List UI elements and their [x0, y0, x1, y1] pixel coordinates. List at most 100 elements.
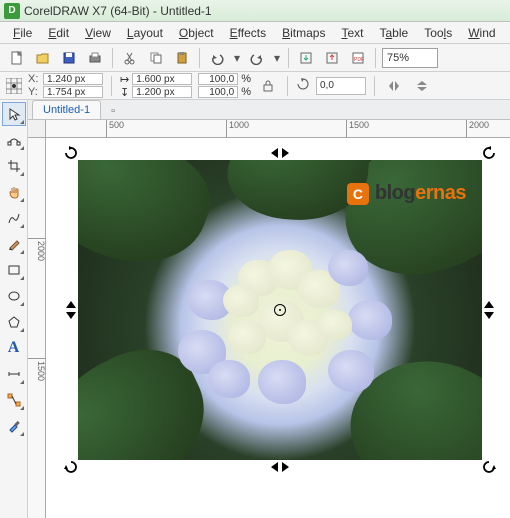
text-tool[interactable]: A [2, 336, 26, 360]
undo-dropdown-icon[interactable]: ▾ [232, 47, 242, 69]
ruler-origin[interactable] [28, 120, 46, 138]
open-button[interactable] [32, 47, 54, 69]
skew-handle-icon[interactable] [271, 148, 289, 158]
redo-dropdown-icon[interactable]: ▾ [272, 47, 282, 69]
new-doc-button[interactable] [6, 47, 28, 69]
ruler-horizontal-row: 500 1000 1500 2000 [28, 120, 510, 138]
save-button[interactable] [58, 47, 80, 69]
toolbox: A [0, 100, 28, 518]
zoom-level-input[interactable]: 75% [382, 48, 438, 68]
rectangle-tool[interactable] [2, 258, 26, 282]
width-input[interactable]: 1.600 px [132, 73, 192, 85]
toolbar-separator [375, 48, 376, 68]
toolbar-separator [288, 48, 289, 68]
height-input[interactable]: 1.200 px [132, 86, 192, 98]
crop-tool[interactable] [2, 154, 26, 178]
publish-pdf-button[interactable]: PDF [347, 47, 369, 69]
x-position-input[interactable]: 1.240 px [43, 73, 103, 85]
menu-bar: FileEditViewLayoutObjectEffectsBitmapsTe… [0, 22, 510, 44]
watermark: C blogernas [347, 182, 466, 205]
document-tab[interactable]: Untitled-1 [32, 100, 101, 119]
artistic-media-tool[interactable] [2, 232, 26, 256]
rotate-handle-icon[interactable] [64, 460, 78, 474]
connector-tool[interactable] [2, 388, 26, 412]
size-fields: ↦1.600 px ↧1.200 px [120, 73, 192, 98]
document-tabs: Untitled-1 ▫ [28, 100, 510, 120]
work-area: A Untitled-1 ▫ 500 1000 1500 2000 2000 1… [0, 100, 510, 518]
toolbar-separator [111, 76, 112, 96]
toolbar-separator [199, 48, 200, 68]
position-grid-icon[interactable] [6, 78, 22, 94]
menu-effects[interactable]: Effects [223, 24, 273, 42]
menu-text[interactable]: Text [334, 24, 370, 42]
height-icon: ↧ [120, 86, 129, 99]
redo-button[interactable] [246, 47, 268, 69]
watermark-text: blogernas [375, 182, 466, 205]
new-tab-button[interactable]: ▫ [105, 103, 121, 119]
rotate-handle-icon[interactable] [482, 146, 496, 160]
lock-ratio-button[interactable] [257, 75, 279, 97]
skew-handle-icon[interactable] [484, 301, 494, 319]
standard-toolbar: ▾ ▾ PDF 75% [0, 44, 510, 72]
import-button[interactable] [295, 47, 317, 69]
ruler-tick: 1500 [28, 358, 46, 381]
mirror-vertical-button[interactable] [411, 75, 433, 97]
x-label: X: [28, 73, 40, 85]
scale-x-input[interactable]: 100,0 [198, 73, 238, 85]
menu-edit[interactable]: Edit [41, 24, 76, 42]
ruler-tick: 2000 [28, 238, 46, 261]
scale-fields: 100,0% 100,0% [198, 73, 251, 98]
export-button[interactable] [321, 47, 343, 69]
width-icon: ↦ [120, 73, 129, 86]
rotation-center-icon[interactable] [274, 304, 286, 316]
title-bar: D CorelDRAW X7 (64-Bit) - Untitled-1 [0, 0, 510, 22]
toolbar-separator [287, 76, 288, 96]
ruler-tick: 2000 [466, 120, 489, 138]
skew-handle-icon[interactable] [66, 301, 76, 319]
ruler-tick: 500 [106, 120, 124, 138]
watermark-logo-icon: C [347, 183, 369, 205]
y-position-input[interactable]: 1.754 px [43, 86, 103, 98]
undo-button[interactable] [206, 47, 228, 69]
position-fields: X:1.240 px Y:1.754 px [28, 73, 103, 98]
rotation-input[interactable]: 0,0 [316, 77, 366, 95]
rotation-icon [296, 77, 310, 94]
drawing-canvas[interactable]: C blogernas [46, 138, 510, 518]
pan-tool[interactable] [2, 180, 26, 204]
print-button[interactable] [84, 47, 106, 69]
polygon-tool[interactable] [2, 310, 26, 334]
ruler-tick: 1000 [226, 120, 249, 138]
menu-view[interactable]: View [78, 24, 118, 42]
mirror-horizontal-button[interactable] [383, 75, 405, 97]
menu-bitmaps[interactable]: Bitmaps [275, 24, 332, 42]
toolbar-separator [374, 76, 375, 96]
menu-object[interactable]: Object [172, 24, 221, 42]
toolbar-separator [112, 48, 113, 68]
dimension-tool[interactable] [2, 362, 26, 386]
menu-file[interactable]: File [6, 24, 39, 42]
eyedropper-tool[interactable] [2, 414, 26, 438]
percent-label: % [241, 86, 251, 98]
paste-button[interactable] [171, 47, 193, 69]
ruler-vertical[interactable]: 2000 1500 [28, 138, 46, 518]
canvas-area: Untitled-1 ▫ 500 1000 1500 2000 2000 150… [28, 100, 510, 518]
selected-bitmap-object[interactable]: C blogernas [78, 160, 482, 460]
menu-table[interactable]: Table [372, 24, 415, 42]
ellipse-tool[interactable] [2, 284, 26, 308]
menu-window[interactable]: Wind [461, 24, 502, 42]
ruler-tick: 1500 [346, 120, 369, 138]
rotate-handle-icon[interactable] [482, 460, 496, 474]
menu-tools[interactable]: Tools [417, 24, 459, 42]
cut-button[interactable] [119, 47, 141, 69]
scale-y-input[interactable]: 100,0 [198, 86, 238, 98]
shape-tool[interactable] [2, 128, 26, 152]
freehand-tool[interactable] [2, 206, 26, 230]
svg-text:PDF: PDF [354, 57, 364, 63]
copy-button[interactable] [145, 47, 167, 69]
y-label: Y: [28, 86, 40, 98]
menu-layout[interactable]: Layout [120, 24, 170, 42]
skew-handle-icon[interactable] [271, 462, 289, 472]
rotate-handle-icon[interactable] [64, 146, 78, 160]
pick-tool[interactable] [2, 102, 26, 126]
ruler-horizontal[interactable]: 500 1000 1500 2000 [46, 120, 510, 138]
